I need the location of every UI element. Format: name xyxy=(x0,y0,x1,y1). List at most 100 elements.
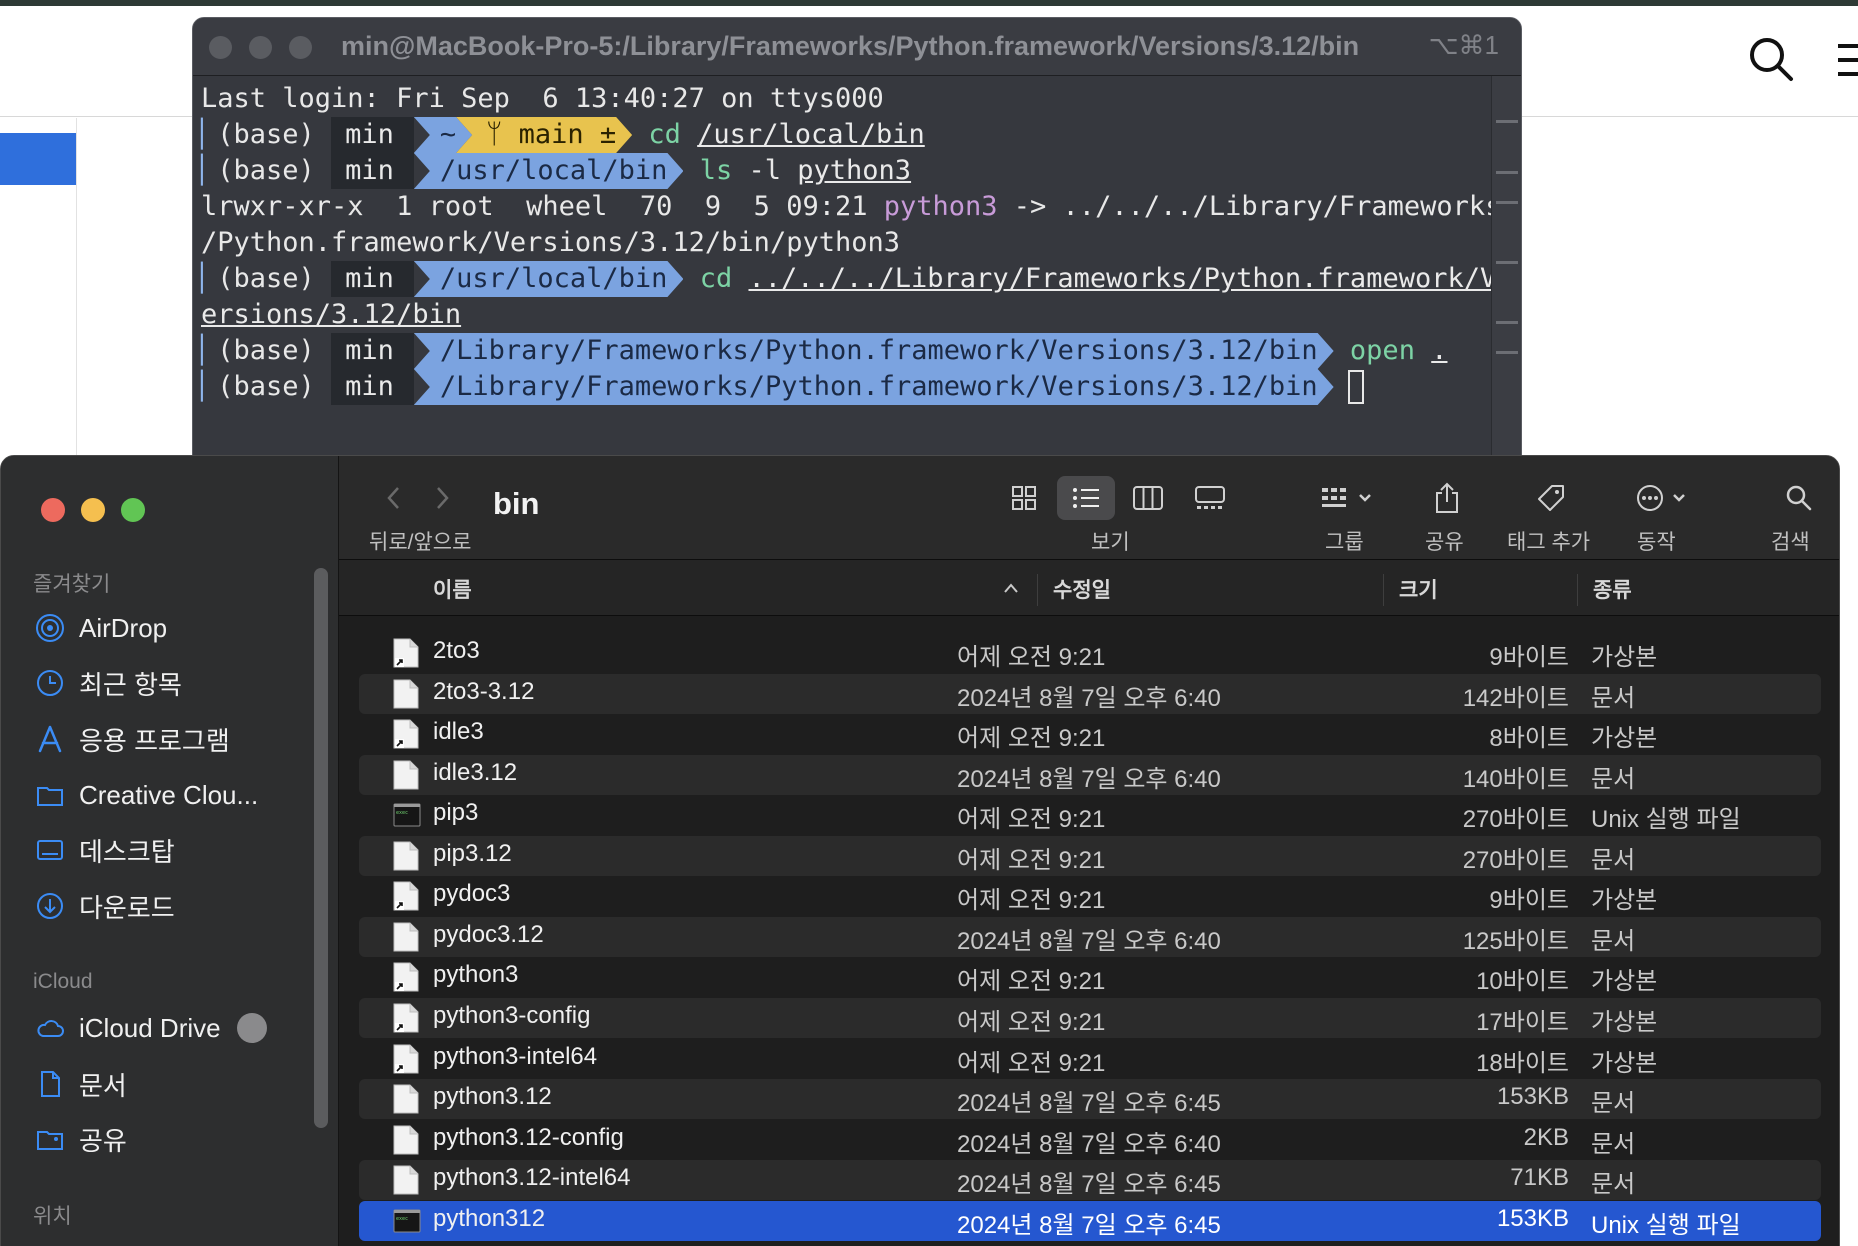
column-view-button[interactable] xyxy=(1119,476,1177,520)
hamburger-menu-icon[interactable] xyxy=(1834,40,1858,80)
finder-window[interactable]: 즐겨찾기 AirDrop 최근 항목 응용 프로그램 Creative Clou… xyxy=(0,455,1840,1246)
scroll-mark xyxy=(1496,171,1518,174)
back-button[interactable] xyxy=(379,476,409,520)
file-row[interactable]: python3-config 어제 오전 9:21 17바이트 가상본 xyxy=(359,998,1821,1038)
terminal-zoom-button[interactable] xyxy=(289,36,312,59)
sidebar-item-shared[interactable]: 공유 xyxy=(35,1117,127,1161)
column-header-size[interactable]: 크기 xyxy=(1399,574,1438,604)
prompt-user-segment: min xyxy=(331,333,414,369)
search-icon[interactable] xyxy=(1748,36,1794,82)
sidebar-item-applications[interactable]: 응용 프로그램 xyxy=(35,717,230,761)
command-argument[interactable]: /usr/local/bin xyxy=(697,117,925,153)
view-mode-segmented-control[interactable] xyxy=(995,476,1237,520)
column-header-kind[interactable]: 종류 xyxy=(1593,574,1632,604)
sidebar-item-recents[interactable]: 최근 항목 xyxy=(35,661,182,705)
chevron-right-icon xyxy=(437,487,449,509)
file-name: python3.12-intel64 xyxy=(433,1164,631,1191)
chevron-left-icon xyxy=(387,487,399,509)
sidebar-scrollbar[interactable] xyxy=(314,568,328,1128)
terminal-content[interactable]: Last login: Fri Sep 6 13:40:27 on ttys00… xyxy=(201,81,1501,405)
terminal-titlebar[interactable]: min@MacBook-Pro-5:/Library/Frameworks/Py… xyxy=(193,18,1521,76)
file-kind: 가상본 xyxy=(1591,1009,1658,1036)
file-list[interactable]: 2to3 어제 오전 9:21 9바이트 가상본 2to3-3.12 2024년 8월 7… xyxy=(339,616,1839,1246)
column-divider[interactable] xyxy=(1383,574,1384,606)
column-divider[interactable] xyxy=(1037,574,1038,606)
command-open: open xyxy=(1349,335,1415,366)
scroll-mark xyxy=(1496,261,1518,264)
file-size: 18바이트 xyxy=(1476,1050,1569,1077)
sidebar-item-creative-cloud[interactable]: Creative Clou... xyxy=(35,773,258,817)
file-date: 2024년 8월 7일 오후 6:40 xyxy=(957,928,1221,955)
file-kind: 가상본 xyxy=(1591,725,1658,752)
file-row[interactable]: pydoc3.12 2024년 8월 7일 오후 6:40 125바이트 문서 xyxy=(359,917,1821,957)
command-argument[interactable]: ../../../Library/Frameworks/Python.frame… xyxy=(748,261,1496,297)
file-row[interactable]: python3.12-intel64 2024년 8월 7일 오후 6:45 71K… xyxy=(359,1160,1821,1200)
sidebar-item-label: AirDrop xyxy=(79,612,168,643)
conda-env: (base) xyxy=(217,155,315,186)
file-date: 어제 오전 9:21 xyxy=(957,887,1106,914)
gallery-view-button[interactable] xyxy=(1181,476,1239,520)
file-row[interactable]: 2to3-3.12 2024년 8월 7일 오후 6:40 142바이트 문서 xyxy=(359,674,1821,714)
file-row[interactable]: python3.12-config 2024년 8월 7일 오후 6:40 2KB 문… xyxy=(359,1120,1821,1160)
file-kind: 가상본 xyxy=(1591,887,1658,914)
file-row[interactable]: pip3.12 어제 오전 9:21 270바이트 문서 xyxy=(359,836,1821,876)
file-row[interactable]: exec pip3 어제 오전 9:21 270바이트 Unix 실행 파일 xyxy=(359,795,1821,835)
command-argument-continued[interactable]: ersions/3.12/bin xyxy=(201,297,461,333)
sidebar-item-icloud-drive[interactable]: iCloud Drive xyxy=(35,1006,267,1050)
sidebar-item-desktop[interactable]: 데스크탑 xyxy=(35,828,175,872)
terminal-scrollbar[interactable] xyxy=(1491,76,1521,464)
terminal-window[interactable]: min@MacBook-Pro-5:/Library/Frameworks/Py… xyxy=(192,17,1522,465)
sidebar-item-documents[interactable]: 문서 xyxy=(35,1062,127,1106)
column-header-date[interactable]: 수정일 xyxy=(1053,574,1111,604)
file-kind: 가상본 xyxy=(1591,644,1658,671)
terminal-cursor[interactable] xyxy=(1347,370,1364,404)
file-kind: 문서 xyxy=(1591,928,1636,955)
finder-minimize-button[interactable] xyxy=(81,498,105,522)
icon-view-button[interactable] xyxy=(995,476,1053,520)
group-button[interactable] xyxy=(1313,476,1383,520)
file-row[interactable]: 2to3 어제 오전 9:21 9바이트 가상본 xyxy=(359,633,1821,673)
file-name: python3-intel64 xyxy=(433,1043,598,1070)
prompt-marker-icon: ▏ xyxy=(201,263,218,294)
file-row[interactable]: exec python312 2024년 8월 7일 오후 6:45 153KB Uni… xyxy=(359,1201,1821,1241)
alias-icon xyxy=(393,719,419,749)
share-button[interactable] xyxy=(1427,476,1467,520)
file-row[interactable]: python3 어제 오전 9:21 10바이트 가상본 xyxy=(359,957,1821,997)
file-kind: 문서 xyxy=(1591,847,1636,874)
file-date: 2024년 8월 7일 오후 6:40 xyxy=(957,1131,1221,1158)
command-argument[interactable]: . xyxy=(1431,333,1447,369)
column-header-name[interactable]: 이름 xyxy=(433,574,472,604)
share-label: 공유 xyxy=(1425,531,1464,554)
sort-ascending-icon[interactable] xyxy=(1003,582,1019,594)
sidebar-item-airdrop[interactable]: AirDrop xyxy=(35,606,167,650)
file-row[interactable]: python3.12 2024년 8월 7일 오후 6:45 153KB 문서 xyxy=(359,1079,1821,1119)
action-button[interactable] xyxy=(1629,476,1699,520)
sidebar-item-downloads[interactable]: 다운로드 xyxy=(35,884,175,928)
file-row[interactable]: pydoc3 어제 오전 9:21 9바이트 가상본 xyxy=(359,876,1821,916)
terminal-minimize-button[interactable] xyxy=(249,36,272,59)
file-row[interactable]: idle3 어제 오전 9:21 8바이트 가상본 xyxy=(359,714,1821,754)
prompt-marker-icon: ▏ xyxy=(201,155,218,186)
svg-text:exec: exec xyxy=(396,810,408,816)
finder-sidebar[interactable]: 즐겨찾기 AirDrop 최근 항목 응용 프로그램 Creative Clou… xyxy=(1,456,339,1246)
command-argument[interactable]: python3 xyxy=(797,153,911,189)
file-row[interactable]: idle3.12 2024년 8월 7일 오후 6:40 140바이트 문서 xyxy=(359,755,1821,795)
ls-output-target: -> ../../../Library/Frameworks xyxy=(997,191,1502,222)
document-icon xyxy=(393,679,419,709)
add-tag-button[interactable] xyxy=(1531,476,1571,520)
finder-zoom-button[interactable] xyxy=(121,498,145,522)
file-row[interactable]: python3-intel64 어제 오전 9:21 18바이트 가상본 xyxy=(359,1039,1821,1079)
file-date: 어제 오전 9:21 xyxy=(957,1009,1106,1036)
unix-executable-icon: exec xyxy=(393,803,421,833)
tag-icon xyxy=(1538,485,1564,511)
finder-close-button[interactable] xyxy=(41,498,65,522)
column-divider[interactable] xyxy=(1577,574,1578,606)
forward-button[interactable] xyxy=(427,476,457,520)
search-button[interactable] xyxy=(1779,476,1819,520)
sidebar-header-locations: 위치 xyxy=(33,1205,72,1228)
sidebar-item-label: 공유 xyxy=(79,1125,127,1156)
conda-env: (base) xyxy=(217,263,315,294)
terminal-close-button[interactable] xyxy=(209,36,232,59)
background-page-active-nav-item[interactable] xyxy=(0,133,76,185)
list-view-button[interactable] xyxy=(1057,476,1115,520)
